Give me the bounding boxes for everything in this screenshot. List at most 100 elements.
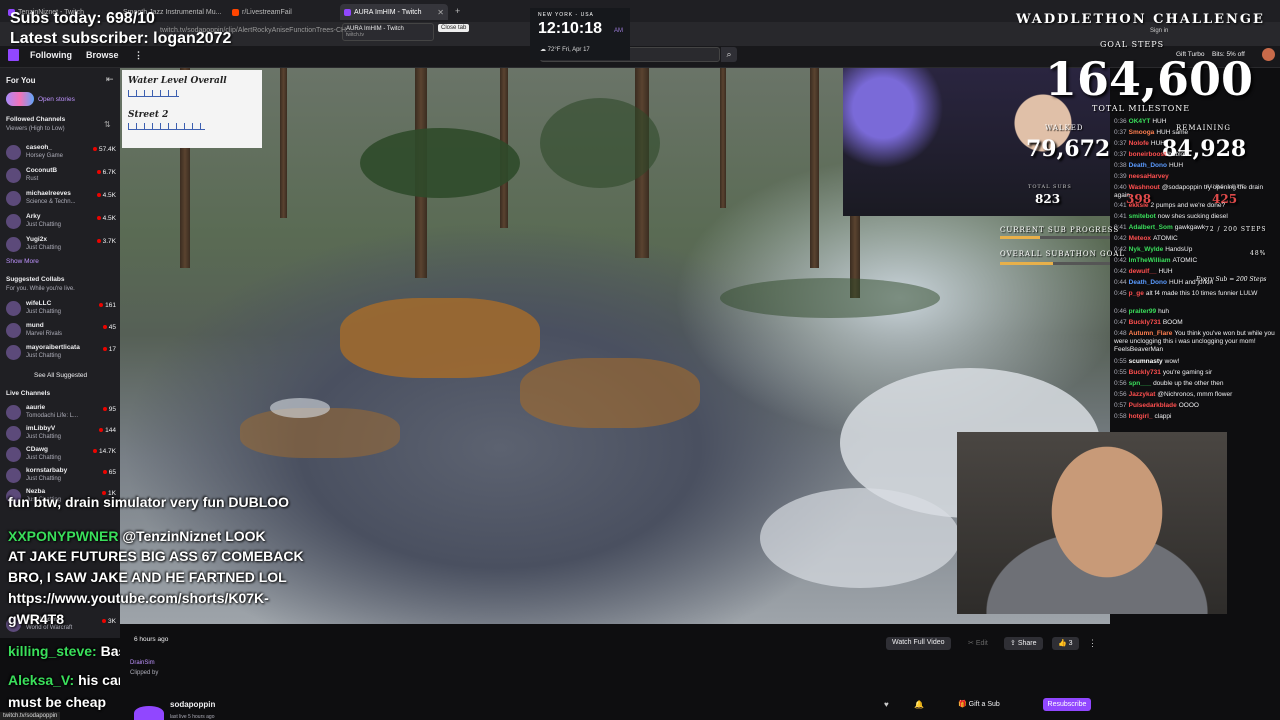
chat-username[interactable]: smitebot [1129,213,1156,220]
thumbs-up-icon: 👍 [1058,640,1069,647]
close-icon[interactable]: ✕ [437,8,444,17]
clip-game[interactable]: DrainSim [130,660,155,666]
chat-text: HUH same [1156,129,1189,136]
chat-username[interactable]: Nolofe [1129,140,1149,147]
twitch-logo-icon[interactable] [8,49,19,61]
chat-text: HUH and jorkin [1168,279,1214,286]
chat-username[interactable]: spn___ [1129,380,1151,387]
chat-username[interactable]: ekksie [1129,202,1149,209]
chat-username[interactable]: Nyk_Wylde [1129,246,1164,253]
more-options-icon[interactable]: ⋮ [1088,638,1097,649]
chat-message: 0:37 Nolofe HUH [1114,140,1278,148]
chat-message: 0:56 Jazzykat @Nichronos, mmm flower [1114,391,1278,399]
chat-timestamp: 0:48 [1114,330,1127,337]
browser-tab[interactable]: r/LivestreamFail [228,4,336,20]
channel-name-link[interactable]: sodapoppin [170,700,215,709]
chat-timestamp: 0:42 [1114,246,1127,253]
search-icon[interactable]: ⌕ [721,47,737,62]
sidebar-channel[interactable]: aaurie Tomodachi Life: L... 95 [4,402,118,424]
total-subs-label: TOTAL SUBS [1028,184,1072,190]
browser-tab-active[interactable]: AURA ImHIM - Twitch ✕ [340,4,448,20]
chat-username[interactable]: Buckly731 [1129,319,1161,326]
chat-username[interactable]: boneirboost [1129,151,1167,158]
chat-timestamp: 0:41 [1114,224,1127,231]
sort-icon[interactable]: ⇅ [104,120,111,129]
sidebar-channel[interactable]: CDawg Just Chatting 14.7K [4,444,118,466]
open-stories-link[interactable]: Open stories [38,96,75,103]
viewer-count: 161 [99,302,116,309]
more-icon[interactable]: ⋮ [134,50,143,61]
chat-text: HUH [1168,162,1184,169]
sidebar-channel[interactable]: Yugi2x Just Chatting 3.7K [4,234,118,256]
sidebar-channel[interactable]: michaelreeves Science & Techn... 4.5K [4,188,118,210]
collapse-icon[interactable]: ⇤ [106,74,114,85]
chat-username[interactable]: hotgirl_ [1129,413,1153,420]
clip-ago: 6 hours ago [134,636,169,643]
chat-username[interactable]: praiter99 [1129,308,1156,315]
sidebar-channel[interactable]: imLibbyV Just Chatting 144 [4,423,118,445]
sidebar-channel[interactable]: mund Marvel Rivals 45 [4,320,118,342]
show-more-link[interactable]: Show More [6,258,39,265]
channel-avatar[interactable] [134,706,164,720]
overlay-chat-text: gWR4T8 [8,611,64,627]
edit-button[interactable]: ✂ Edit [962,637,994,650]
chat-message: 0:44 Death_Dono HUH and jorkin [1114,279,1278,287]
chat-message: 0:48 Autumn_Flare You think you've won but… [1114,330,1278,354]
chat-username[interactable]: neesaHarvey [1129,173,1169,180]
chat-username[interactable]: Death_Dono [1129,279,1167,286]
chat-text: bablow [1168,151,1189,158]
avatar [6,301,21,316]
nav-following[interactable]: Following [30,50,72,60]
heart-icon[interactable]: ♥ [884,700,889,709]
new-tab-icon[interactable]: + [455,6,460,16]
chat-username[interactable]: Pulsedarkblade [1129,402,1177,409]
suggested-collabs-heading: Suggested Collabs [6,276,65,283]
sign-in-button[interactable]: Sign in [1150,28,1168,34]
gift-sub-button[interactable]: 🎁 Gift a Sub [958,700,1000,708]
see-all-suggested[interactable]: See All Suggested [34,372,87,379]
subs-today-text: Subs today: 698/10 [10,10,155,27]
channel-name: CDawg [26,446,49,453]
chat-timestamp: 0:37 [1114,129,1127,136]
channel-live-info: last live 5 hours ago [170,714,215,720]
chat-username[interactable]: Autumn_Flare [1129,330,1173,337]
sidebar-channel[interactable]: mayoraibertlicata Just Chatting 17 [4,342,118,364]
chat-username[interactable]: Death_Dono [1129,162,1167,169]
chat-timestamp: 0:55 [1114,358,1127,365]
chat-username[interactable]: scumnasty [1129,358,1163,365]
nav-browse[interactable]: Browse [86,50,119,60]
followed-sort[interactable]: Viewers (High to Low) [6,126,65,132]
chat-message: 0:57 Pulsedarkblade OOOO [1114,402,1278,410]
sidebar-channel[interactable]: kornstarbaby Just Chatting 65 [4,465,118,487]
chat-message: 0:42 dewulf__ HUH [1114,268,1278,276]
overlay-chat-text: https://www.youtube.com/shorts/K07K- [8,590,269,606]
chat-text: alt f4 made this 10 times funnier LULW [1145,290,1258,297]
followed-channels-heading: Followed Channels [6,116,66,123]
chat-username[interactable]: Buckly731 [1129,369,1161,376]
chat-username[interactable]: OK4YT [1129,118,1151,125]
bell-icon[interactable]: 🔔 [914,700,924,709]
resubscribe-button[interactable]: Resubscribe [1043,698,1091,711]
chat-timestamp: 0:47 [1114,319,1127,326]
chat-username[interactable]: ImTheWilliam [1129,257,1171,264]
chat-username[interactable]: p_ge [1129,290,1144,297]
like-button[interactable]: 👍 3 [1052,637,1079,650]
chat-username[interactable]: Meteox [1129,235,1151,242]
chat-username[interactable]: dewulf__ [1129,268,1157,275]
sidebar-channel[interactable]: Arky Just Chatting 4.5K [4,211,118,233]
chat-username[interactable]: Adalbert_Som [1129,224,1173,231]
watch-full-video-button[interactable]: Watch Full Video [886,637,951,650]
stories-avatars[interactable] [6,92,34,106]
chat-username[interactable]: Washnout [1129,184,1160,191]
sidebar-channel[interactable]: wifeLLC Just Chatting 161 [4,298,118,320]
chat-username[interactable]: Smooga [1129,129,1155,136]
chat-username[interactable]: Jazzykat [1129,391,1156,398]
sidebar-channel[interactable]: caseoh_ Horsey Game 57.4K [4,142,118,164]
chat-text: HUH [1152,118,1167,125]
sidebar-channel[interactable]: CoconutB Rust 6.7K [4,165,118,187]
avatar[interactable] [1262,48,1275,61]
chat-timestamp: 0:42 [1114,257,1127,264]
share-button[interactable]: ⇪ Share [1004,637,1043,650]
overlay-chat-text: must be cheap [8,694,107,710]
channel-game: Horsey Game [26,153,64,159]
